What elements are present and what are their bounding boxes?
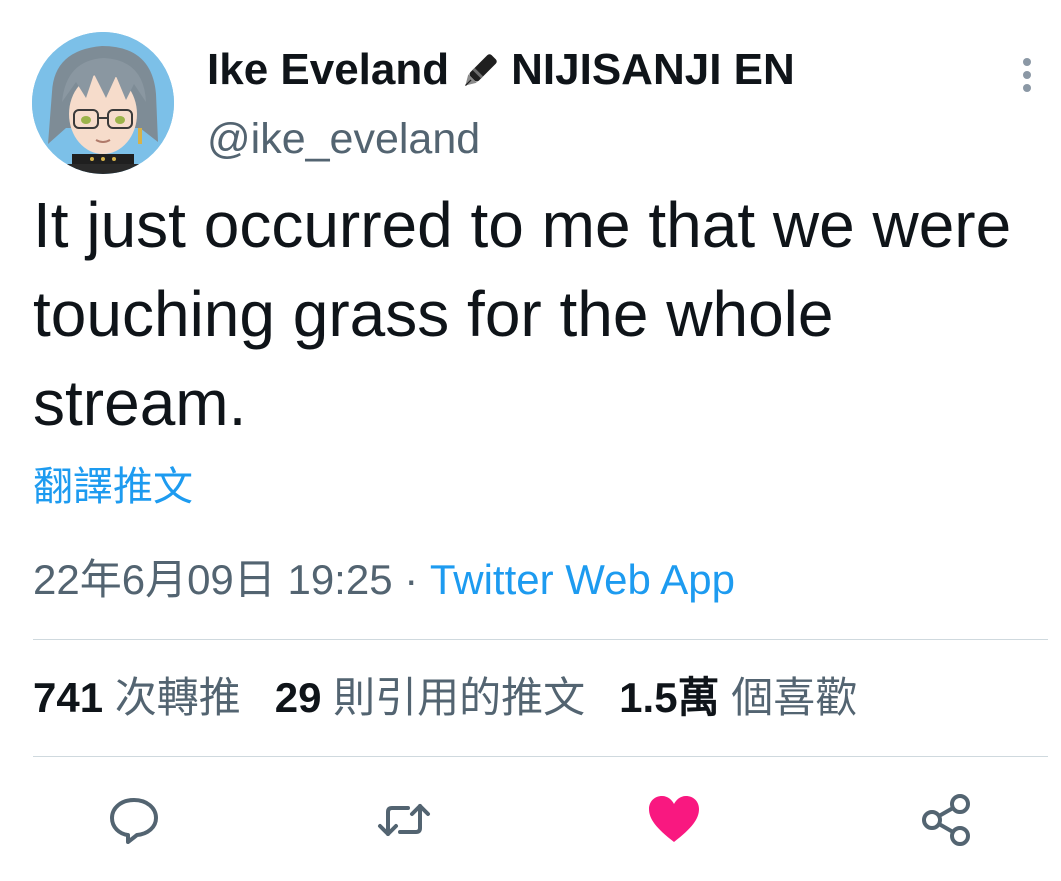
divider-bottom bbox=[33, 756, 1048, 757]
avatar-illustration bbox=[32, 32, 174, 174]
likes-count: 1.5萬 bbox=[619, 674, 720, 721]
retweet-button[interactable] bbox=[374, 790, 434, 850]
more-options-icon[interactable] bbox=[1012, 56, 1042, 96]
quotes-stat[interactable]: 29 則引用的推文 bbox=[275, 674, 585, 721]
reply-icon bbox=[110, 798, 158, 844]
likes-stat[interactable]: 1.5萬 個喜歡 bbox=[619, 674, 857, 721]
retweets-count: 741 bbox=[33, 674, 104, 721]
retweet-icon bbox=[378, 804, 430, 836]
tweet-time[interactable]: 19:25 bbox=[287, 556, 392, 603]
like-button[interactable] bbox=[644, 790, 704, 850]
divider-top bbox=[33, 639, 1048, 640]
engagement-stats: 741 次轉推 29 則引用的推文 1.5萬 個喜歡 bbox=[33, 670, 857, 726]
likes-label: 個喜歡 bbox=[731, 674, 858, 721]
meta-separator: · bbox=[404, 556, 419, 603]
quotes-label: 則引用的推文 bbox=[333, 674, 586, 721]
tweet-source-link[interactable]: Twitter Web App bbox=[430, 556, 735, 603]
retweets-stat[interactable]: 741 次轉推 bbox=[33, 674, 241, 721]
avatar[interactable] bbox=[32, 32, 174, 174]
author-handle[interactable]: @ike_eveland bbox=[207, 113, 480, 165]
fountain-pen-icon bbox=[453, 44, 509, 96]
author-name-suffix: NIJISANJI EN bbox=[511, 45, 795, 94]
translate-tweet-link[interactable]: 翻譯推文 bbox=[33, 462, 193, 512]
reply-button[interactable] bbox=[104, 790, 164, 850]
tweet-text: It just occurred to me that we were touc… bbox=[33, 189, 1012, 439]
author-display-name[interactable]: Ike Eveland NIJISANJI EN bbox=[207, 44, 795, 96]
quotes-count: 29 bbox=[274, 674, 322, 721]
author-name-text: Ike Eveland bbox=[207, 45, 450, 94]
retweets-label: 次轉推 bbox=[114, 674, 241, 721]
tweet-timestamp-row: 22年6月09日 19:25 · Twitter Web App bbox=[33, 553, 735, 607]
tweet-date[interactable]: 22年6月09日 bbox=[33, 556, 276, 603]
heart-icon bbox=[649, 796, 699, 842]
share-icon bbox=[922, 794, 970, 846]
share-button[interactable] bbox=[916, 790, 976, 850]
